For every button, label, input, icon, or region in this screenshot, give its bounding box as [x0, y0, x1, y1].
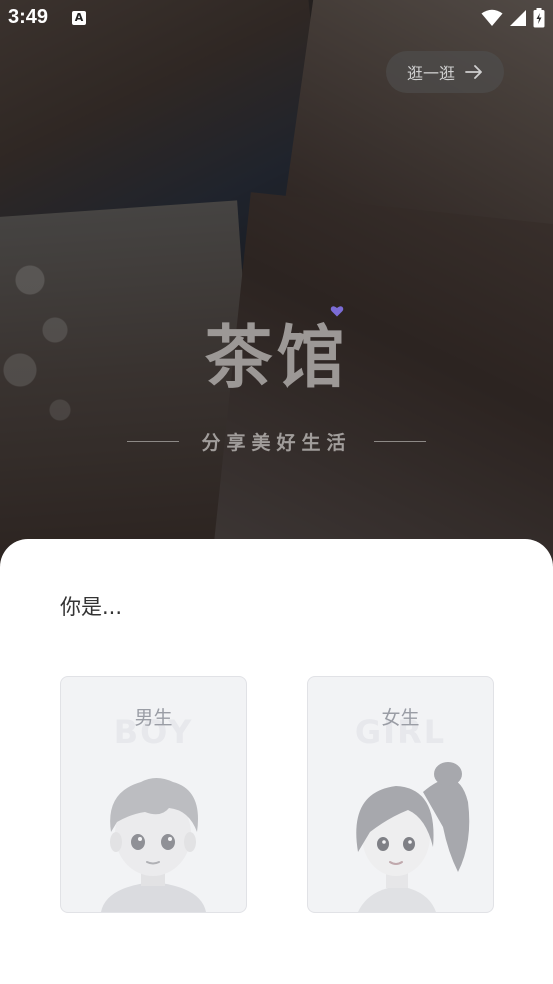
boy-option-card[interactable]: BOY 男生: [60, 676, 247, 913]
gender-select-sheet: 你是... BOY 男生 GIRL 女生: [0, 539, 553, 984]
wifi-icon: [481, 9, 503, 26]
girl-option-card[interactable]: GIRL 女生: [307, 676, 494, 913]
boy-avatar-illustration: [101, 778, 206, 912]
gender-prompt: 你是...: [60, 595, 123, 619]
status-icons: [481, 8, 545, 28]
boy-label: 男生: [134, 707, 173, 729]
status-time: 3:49: [8, 6, 49, 28]
status-bar: 3:49 A: [0, 0, 553, 36]
slogan-row: 分享美好生活: [0, 428, 553, 455]
notification-a-icon: A: [72, 11, 86, 25]
heart-icon: [331, 306, 344, 317]
brand-block: 茶馆: [0, 302, 553, 401]
battery-charging-icon: [533, 8, 545, 28]
browse-label: 逛一逛: [406, 64, 455, 83]
slogan-divider-right: [373, 441, 426, 442]
girl-label: 女生: [381, 707, 420, 729]
slogan-divider-left: [127, 441, 180, 442]
brand-logo: 茶馆: [204, 302, 348, 401]
browse-button[interactable]: 逛一逛: [386, 51, 504, 93]
arrow-right-icon: [465, 65, 482, 79]
girl-avatar-illustration: [356, 762, 470, 912]
brand-slogan: 分享美好生活: [201, 432, 352, 454]
signal-icon: [510, 10, 526, 26]
brand-title: 茶馆: [204, 319, 349, 398]
